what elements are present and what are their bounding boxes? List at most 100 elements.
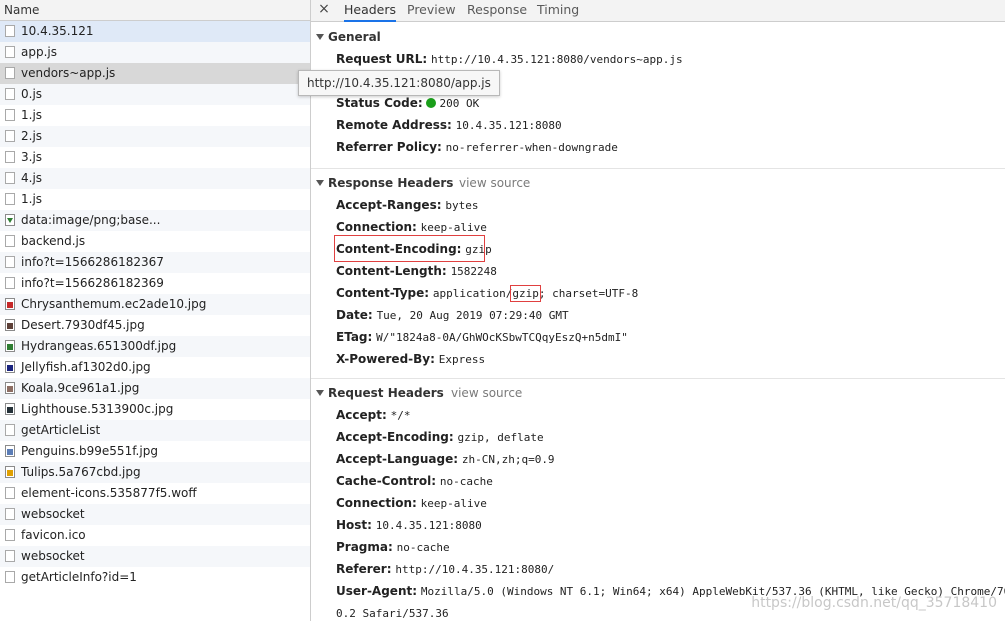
request-row[interactable]: 1.js: [0, 105, 310, 126]
request-name: 10.4.35.121: [21, 24, 94, 38]
document-icon: [5, 424, 15, 436]
document-icon: [5, 571, 15, 583]
request-row[interactable]: Koala.9ce961a1.jpg: [0, 378, 310, 399]
header-name: Accept-Ranges:: [336, 198, 442, 212]
request-row[interactable]: Penguins.b99e551f.jpg: [0, 441, 310, 462]
caret-down-icon: [316, 33, 324, 40]
status-ok-icon: [426, 97, 437, 108]
document-icon: [5, 193, 15, 205]
request-row[interactable]: Desert.7930df45.jpg: [0, 315, 310, 336]
request-row[interactable]: Jellyfish.af1302d0.jpg: [0, 357, 310, 378]
header-row: Remote Address: 10.4.35.121:8080: [311, 114, 1005, 136]
header-row: Content-Length: 1582248: [311, 260, 1005, 282]
header-value: 0.2 Safari/537.36: [336, 607, 449, 620]
request-row[interactable]: app.js: [0, 42, 310, 63]
section-title: General: [328, 30, 381, 44]
header-value: application/: [432, 287, 513, 300]
header-value: http://10.4.35.121:8080/: [395, 563, 555, 576]
header-name: User-Agent:: [336, 584, 418, 598]
tab-timing[interactable]: Timing: [537, 0, 579, 21]
request-name: Lighthouse.5313900c.jpg: [21, 402, 174, 416]
caret-down-icon: [316, 389, 324, 396]
header-name: Remote Address:: [336, 118, 452, 132]
document-icon: [5, 550, 15, 562]
request-row[interactable]: element-icons.535877f5.woff: [0, 483, 310, 504]
header-row: Content-Type: application/gzip; charset=…: [311, 282, 1005, 304]
request-name: getArticleList: [21, 423, 101, 437]
image-icon: [5, 340, 15, 352]
response-headers-toggle[interactable]: Response Headers view source: [311, 172, 1005, 194]
request-headers-toggle[interactable]: Request Headers view source: [311, 382, 1005, 404]
request-name: data:image/png;base...: [21, 213, 161, 227]
header-row: Pragma: no-cache: [311, 536, 1005, 558]
request-row[interactable]: 2.js: [0, 126, 310, 147]
header-name: Referrer Policy:: [336, 140, 442, 154]
tab-response[interactable]: Response: [467, 0, 527, 21]
header-value: keep-alive: [420, 221, 487, 234]
header-value: no-referrer-when-downgrade: [445, 141, 618, 154]
request-row[interactable]: info?t=1566286182367: [0, 252, 310, 273]
request-row[interactable]: getArticleInfo?id=1: [0, 567, 310, 588]
tab-headers[interactable]: Headers: [344, 0, 397, 22]
request-name: websocket: [21, 507, 85, 521]
header-row: X-Powered-By: Express: [311, 348, 1005, 370]
header-name: X-Powered-By:: [336, 352, 435, 366]
request-row[interactable]: vendors~app.js: [0, 63, 310, 84]
request-row[interactable]: 0.js: [0, 84, 310, 105]
request-headers-section: Request Headers view source Accept: */* …: [311, 379, 1005, 624]
request-row[interactable]: Hydrangeas.651300df.jpg: [0, 336, 310, 357]
section-title: Request Headers: [328, 386, 444, 400]
request-row[interactable]: data:image/png;base...: [0, 210, 310, 231]
header-name: Request URL:: [336, 52, 428, 66]
header-name: Cache-Control:: [336, 474, 437, 488]
request-row[interactable]: websocket: [0, 504, 310, 525]
header-name: Connection:: [336, 220, 417, 234]
request-row[interactable]: backend.js: [0, 231, 310, 252]
request-row[interactable]: info?t=1566286182369: [0, 273, 310, 294]
document-icon: [5, 109, 15, 121]
request-row[interactable]: favicon.ico: [0, 525, 310, 546]
header-name: Status Code:: [336, 96, 423, 110]
request-row[interactable]: Lighthouse.5313900c.jpg: [0, 399, 310, 420]
header-value: */*: [390, 409, 411, 422]
header-value: 200 OK: [439, 97, 480, 110]
header-value-highlight: gzip: [510, 285, 541, 302]
general-section-toggle[interactable]: General: [311, 26, 1005, 48]
document-icon: [5, 277, 15, 289]
header-row: Cache-Control: no-cache: [311, 470, 1005, 492]
request-row[interactable]: 4.js: [0, 168, 310, 189]
header-name: Accept:: [336, 408, 387, 422]
header-value: ; charset=UTF-8: [538, 287, 639, 300]
header-value: 1582248: [450, 265, 497, 278]
request-row[interactable]: 3.js: [0, 147, 310, 168]
header-value: no-cache: [439, 475, 493, 488]
view-source-link[interactable]: view source: [459, 172, 530, 194]
request-row[interactable]: Tulips.5a767cbd.jpg: [0, 462, 310, 483]
close-icon[interactable]: ×: [317, 0, 331, 21]
header-value: no-cache: [396, 541, 450, 554]
request-name: Hydrangeas.651300df.jpg: [21, 339, 177, 353]
header-value: gzip, deflate: [457, 431, 544, 444]
header-name: Host:: [336, 518, 372, 532]
request-list-panel: Name 10.4.35.121 app.js vendors~app.js 0.js…: [0, 0, 311, 621]
image-icon: [5, 214, 15, 226]
request-row[interactable]: getArticleList: [0, 420, 310, 441]
request-name: element-icons.535877f5.woff: [21, 486, 197, 500]
request-name: 2.js: [21, 129, 43, 143]
document-icon: [5, 46, 15, 58]
header-value: Express: [438, 353, 486, 366]
header-row: Date: Tue, 20 Aug 2019 07:29:40 GMT: [311, 304, 1005, 326]
view-source-link[interactable]: view source: [451, 382, 522, 404]
request-name: websocket: [21, 549, 85, 563]
name-column-header[interactable]: Name: [0, 0, 310, 21]
request-row[interactable]: Chrysanthemum.ec2ade10.jpg: [0, 294, 310, 315]
tab-preview[interactable]: Preview: [407, 0, 456, 21]
header-name: Content-Length:: [336, 264, 447, 278]
request-row[interactable]: 1.js: [0, 189, 310, 210]
request-row[interactable]: websocket: [0, 546, 310, 567]
request-name: 1.js: [21, 192, 43, 206]
header-name: Content-Type:: [336, 286, 430, 300]
request-name: Penguins.b99e551f.jpg: [21, 444, 158, 458]
header-row: Accept-Ranges: bytes: [311, 194, 1005, 216]
request-row[interactable]: 10.4.35.121: [0, 21, 310, 42]
